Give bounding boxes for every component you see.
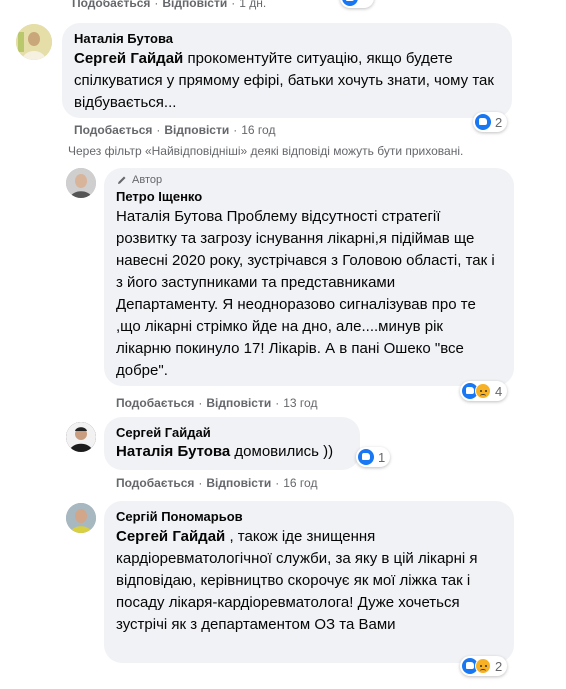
separator: · (198, 396, 203, 410)
sad-reaction-icon (475, 658, 491, 674)
pencil-icon (118, 176, 126, 184)
reply-author[interactable]: Сергей Гайдай (116, 425, 348, 440)
comment-bubble: Наталія Бутова Сергей Гайдай прокоментуй… (62, 23, 512, 118)
like-reaction-icon (358, 449, 374, 465)
comment-text: Сергей Гайдай прокоментуйте ситуацію, як… (74, 48, 500, 114)
separator: · (156, 123, 161, 137)
reaction-count: 2 (495, 658, 503, 674)
reactions-pill[interactable]: 1 (356, 447, 391, 467)
separator: · (275, 476, 280, 490)
reply-text: Наталія Бутова Проблему відсутності стра… (116, 208, 495, 379)
mention-link[interactable]: Наталія Бутова (116, 443, 230, 460)
reactions-pill[interactable] (340, 0, 374, 8)
avatar[interactable] (66, 503, 96, 533)
timestamp[interactable]: 16 год (283, 476, 317, 490)
separator: · (154, 0, 159, 10)
reply-author[interactable]: Петро Іщенко (116, 189, 502, 204)
reply-author[interactable]: Сергій Пономарьов (116, 509, 502, 524)
separator: · (275, 396, 280, 410)
mention-link[interactable]: Сергей Гайдай (74, 50, 183, 67)
reply-link[interactable]: Відповісти (162, 0, 227, 10)
timestamp[interactable]: 13 год (283, 396, 317, 410)
reaction-count: 4 (495, 383, 503, 399)
avatar[interactable] (66, 168, 96, 198)
avatar-image (16, 24, 52, 60)
reactions-pill[interactable]: 2 (473, 112, 508, 132)
top-actions-row: Подобається · Відповісти · 1 дн. (72, 0, 266, 10)
like-link[interactable]: Подобається (116, 476, 194, 490)
separator: · (198, 476, 203, 490)
reply-body: домовились )) (230, 443, 334, 460)
reply-link[interactable]: Відповісти (206, 396, 271, 410)
reply-actions-row: Подобається · Відповісти · 13 год (116, 396, 317, 410)
reaction-count: 1 (378, 449, 386, 465)
avatar-image (66, 168, 96, 198)
author-badge-label: Автор (132, 174, 163, 186)
reactions-pill[interactable]: 2 (460, 656, 508, 676)
comment-author[interactable]: Наталія Бутова (74, 31, 500, 46)
timestamp[interactable]: 16 год (241, 123, 275, 137)
like-reaction-icon (475, 114, 491, 130)
reply-link[interactable]: Відповісти (206, 476, 271, 490)
filter-notice: Через фільтр «Найвідповідніші» деякі від… (68, 144, 464, 158)
reply-bubble: Автор Петро Іщенко Наталія Бутова Пробле… (104, 168, 514, 386)
reply-link[interactable]: Відповісти (164, 123, 229, 137)
sad-reaction-icon (475, 383, 491, 399)
avatar[interactable] (16, 24, 52, 60)
avatar[interactable] (66, 422, 96, 452)
reactions-pill[interactable]: 4 (460, 381, 508, 401)
separator: · (231, 0, 236, 10)
mention-link[interactable]: Сергей Гайдай (116, 528, 225, 545)
separator: · (233, 123, 238, 137)
reply-actions-row: Подобається · Відповісти · 16 год (116, 476, 317, 490)
avatar-image (66, 503, 96, 533)
timestamp[interactable]: 1 дн. (239, 0, 266, 10)
comment-actions-row: Подобається · Відповісти · 16 год (74, 123, 275, 137)
reaction-count: 2 (495, 114, 503, 130)
reply-bubble: Сергей Гайдай Наталія Бутова домовились … (104, 417, 360, 470)
avatar-image (66, 422, 96, 452)
like-link[interactable]: Подобається (74, 123, 152, 137)
author-badge: Автор (116, 174, 502, 186)
reply-bubble: Сергій Пономарьов Сергей Гайдай , також … (104, 501, 514, 663)
reply-text: Сергей Гайдай , також іде знищення карді… (116, 526, 502, 636)
reply-text: Наталія Бутова домовились )) (116, 441, 348, 463)
like-link[interactable]: Подобається (116, 396, 194, 410)
like-reaction-icon (342, 0, 358, 6)
like-link[interactable]: Подобається (72, 0, 150, 10)
